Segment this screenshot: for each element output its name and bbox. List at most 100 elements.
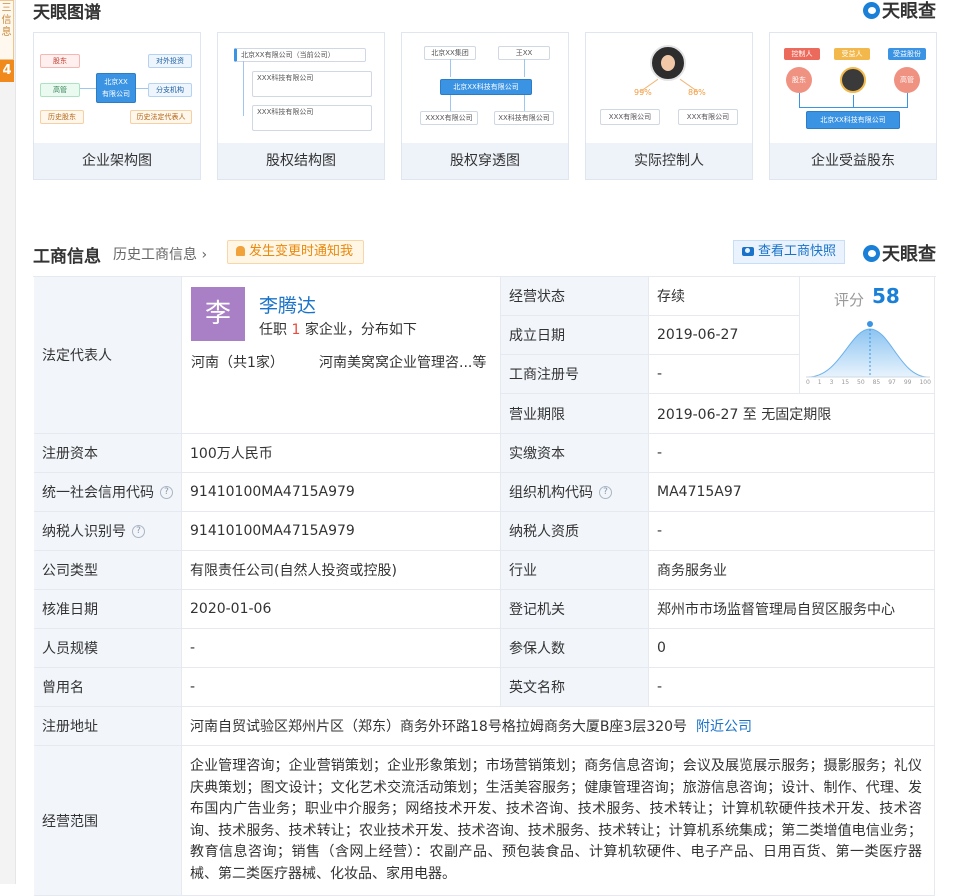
row-value: 有限责任公司(自然人投资或控股)	[182, 551, 501, 590]
score-tick: 85	[872, 379, 881, 386]
notify-change-label: 发生变更时通知我	[249, 244, 354, 259]
node-shareholder: 股东	[40, 54, 80, 68]
score-tick: 0	[806, 379, 810, 386]
help-icon[interactable]: ?	[160, 485, 173, 499]
nearby-companies-link[interactable]: 附近公司	[696, 716, 752, 736]
help-icon[interactable]: ?	[132, 524, 145, 538]
side-badge: 4	[0, 60, 14, 82]
legal-rep-name[interactable]: 李腾达	[259, 291, 316, 318]
score-ticks: 0 1 3 15 50 85 97 99 100	[806, 379, 931, 386]
node-child-d: XX科技有限公司	[494, 111, 554, 125]
taxpayer-id-value: 91410100MA4715A979	[182, 512, 501, 551]
address-row: 注册地址 河南自贸试验区郑州片区（郑东）商务外环路18号格拉姆商务大厦B座3层3…	[34, 707, 937, 746]
address-text: 河南自贸试验区郑州片区（郑东）商务外环路18号格拉姆商务大厦B座3层320号	[190, 719, 688, 735]
row-value: -	[649, 512, 935, 551]
brand-logo-2: 天眼查	[863, 240, 936, 266]
score-tick: 3	[829, 379, 834, 386]
row-key: 实缴资本	[501, 434, 649, 473]
credit-code-value: 91410100MA4715A979	[182, 473, 501, 512]
beneficiary-avatar	[840, 67, 866, 93]
node-branch: 分支机构	[148, 83, 192, 97]
node-investment: 对外投资	[148, 54, 192, 68]
card-equity-penetration[interactable]: 北京XX集团 王XX 北京XX科技有限公司 XXXX有限公司 XX科技有限公司 …	[401, 32, 569, 180]
node-group-a: 北京XX集团	[424, 46, 476, 60]
score-tick: 97	[888, 379, 896, 386]
term-key: 营业期限	[501, 394, 649, 434]
node-executive: 高管	[40, 83, 80, 97]
row-value: 2020-01-06	[182, 590, 501, 629]
controller-avatar	[650, 45, 686, 81]
legal-rep-company[interactable]: 河南美窝窝企业管理咨...等	[319, 352, 486, 372]
legal-rep-key: 法定代表人	[34, 277, 182, 434]
legal-rep-tenure: 任职 1 家企业，分布如下	[259, 319, 417, 339]
row-key: 注册资本	[34, 434, 182, 473]
node-sub-company-a-text: XXX科技有限公司	[257, 74, 314, 82]
brand-c-icon	[863, 244, 880, 262]
row-key: 英文名称	[501, 668, 649, 707]
reg-no-value: -	[649, 355, 800, 394]
score-tick: 1	[817, 379, 822, 386]
table-row: 公司类型 有限责任公司(自然人投资或控股) 行业 商务服务业	[34, 551, 937, 590]
row-key: 组织机构代码?	[501, 473, 649, 512]
card-enterprise-structure[interactable]: 股东 高管 历史股东 北京XX 有限公司 对外投资 分支机构 历史法定代表人 企…	[33, 32, 201, 180]
row-key: 纳税人识别号?	[34, 512, 182, 551]
tag-controller: 控制人	[784, 48, 820, 60]
card-label: 企业架构图	[34, 143, 200, 179]
card-equity-structure[interactable]: 北京XX有限公司（当前公司） XXX科技有限公司 XXX科技有限公司 股权结构图	[217, 32, 385, 180]
address-value: 河南自贸试验区郑州片区（郑东）商务外环路18号格拉姆商务大厦B座3层320号 附…	[182, 707, 935, 746]
node-beneficial-main: 北京XX科技有限公司	[806, 111, 900, 129]
card-label: 企业受益股东	[770, 143, 936, 179]
row-value: 100万人民币	[182, 434, 501, 473]
card-label: 实际控制人	[586, 143, 752, 179]
tag-beneficial-share: 受益股份	[888, 48, 926, 60]
score-tick: 99	[903, 379, 912, 386]
op-status-key: 经营状态	[501, 277, 649, 316]
brand-text: 天眼查	[882, 1, 936, 22]
node-center-tech: 北京XX科技有限公司	[440, 79, 532, 95]
percent-86: 86%	[688, 88, 706, 97]
help-icon[interactable]: ?	[599, 485, 612, 499]
row-value: -	[182, 629, 501, 668]
node-center-company: 北京XX 有限公司	[96, 73, 136, 103]
address-key: 注册地址	[34, 707, 182, 746]
row-value: -	[649, 434, 935, 473]
legal-rep-region[interactable]: 河南（共1家）	[191, 352, 284, 372]
bell-icon	[236, 246, 245, 256]
row-key: 统一社会信用代码?	[34, 473, 182, 512]
node-child-c: XXXX有限公司	[420, 111, 478, 125]
view-snapshot-button[interactable]: 查看工商快照	[733, 240, 846, 264]
biz-info-title: 工商信息	[33, 247, 101, 267]
row-value: 0	[649, 629, 935, 668]
card-label: 股权结构图	[218, 143, 384, 179]
card-actual-controller[interactable]: 99% 86% XXX有限公司 XXX有限公司 实际控制人	[585, 32, 753, 180]
table-row: 统一社会信用代码? 91410100MA4715A979 组织机构代码? MA4…	[34, 473, 937, 512]
side-tab[interactable]: 三 信 息	[0, 0, 14, 60]
card-label: 股权穿透图	[402, 143, 568, 179]
tenure-suffix: 家企业，分布如下	[304, 322, 417, 338]
row-value: 郑州市市场监督管理局自贸区服务中心	[649, 590, 935, 629]
score-tick: 100	[919, 379, 931, 386]
chevron-right-icon: ›	[201, 247, 208, 263]
row-key-text: 纳税人识别号	[42, 524, 126, 540]
left-rail: 三 信 息 4	[0, 0, 16, 884]
table-row: 曾用名 - 英文名称 -	[34, 668, 937, 707]
notify-change-button[interactable]: 发生变更时通知我	[227, 240, 365, 264]
score-box[interactable]: 评分 58 0 1 3 15 50 85 97 99 100	[800, 277, 935, 394]
graph-title: 天眼图谱	[33, 2, 101, 23]
brand-logo: 天眼查	[863, 0, 936, 23]
op-status-value: 存续	[649, 277, 800, 316]
node-sub-company-b: XXX科技有限公司	[252, 105, 372, 131]
tag-beneficiary: 受益人	[834, 48, 870, 60]
node-controlled-a: XXX有限公司	[600, 109, 660, 125]
row-key: 纳税人资质	[501, 512, 649, 551]
legal-rep-avatar: 李	[191, 287, 245, 341]
history-biz-link[interactable]: 历史工商信息 ›	[113, 244, 207, 264]
status-block: 经营状态 存续 成立日期 2019-06-27 工商注册号 - 营业期限 201…	[501, 277, 935, 434]
brand-text: 天眼查	[882, 244, 936, 265]
node-sub-company-b-text: XXX科技有限公司	[257, 108, 314, 116]
beneficial-shareholders-diagram: 控制人 受益人 受益股份 股东 高管 北京XX科技有限公司	[770, 33, 936, 143]
score-tick: 50	[857, 379, 865, 386]
score-label: 评分	[834, 291, 865, 309]
node-controlled-b: XXX有限公司	[678, 109, 738, 125]
card-beneficial-shareholders[interactable]: 控制人 受益人 受益股份 股东 高管 北京XX科技有限公司 企业受益股东	[769, 32, 937, 180]
